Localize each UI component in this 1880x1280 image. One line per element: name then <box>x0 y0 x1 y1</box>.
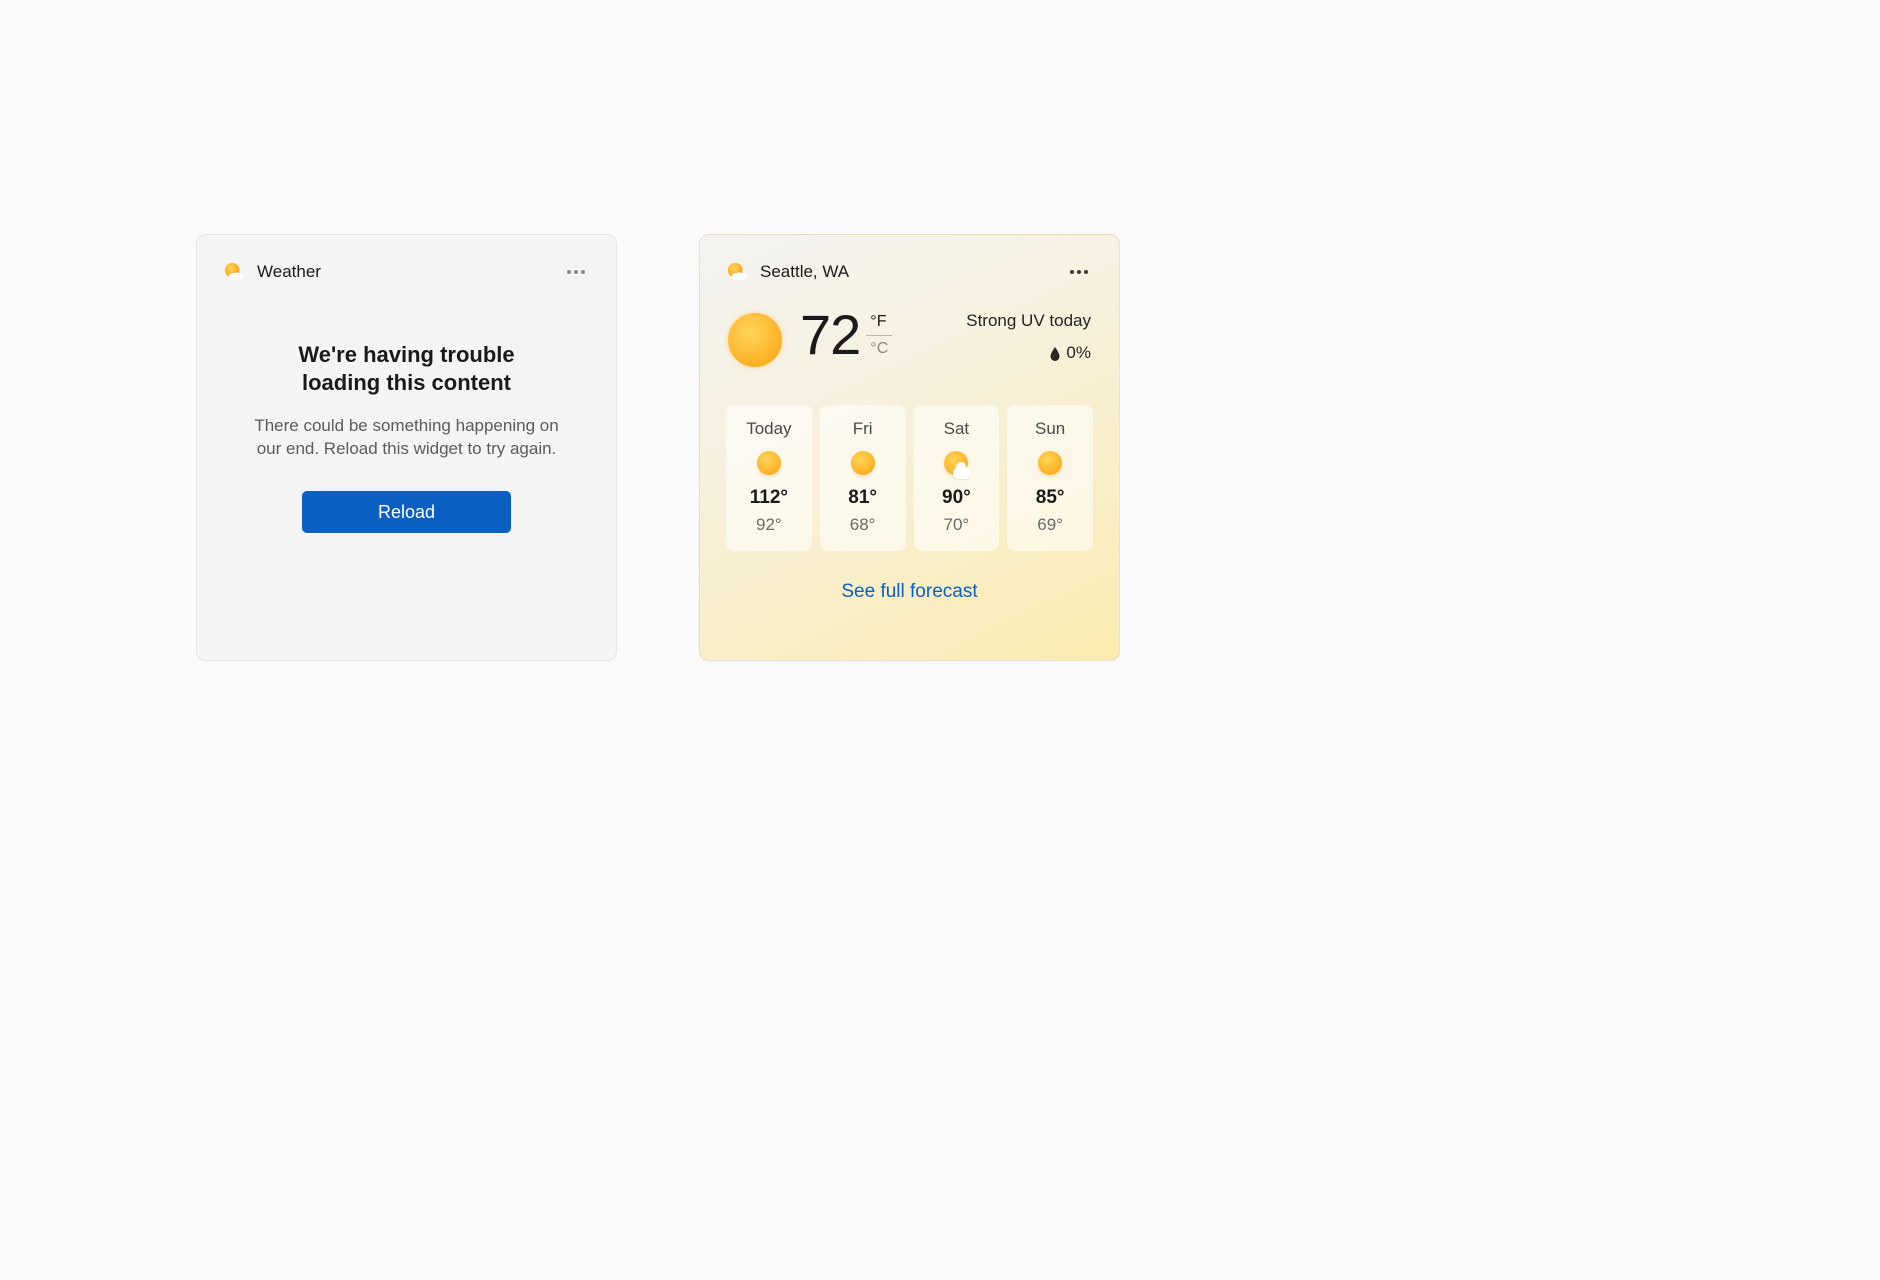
day-label: Sun <box>1011 419 1089 439</box>
reload-button[interactable]: Reload <box>302 491 511 533</box>
day-label: Today <box>730 419 808 439</box>
weather-app-icon <box>726 261 748 283</box>
forecast-day[interactable]: Fri 81° 68° <box>820 405 906 551</box>
high-temp: 81° <box>824 487 902 509</box>
unit-toggle[interactable]: °F °C <box>866 313 892 358</box>
low-temp: 69° <box>1011 515 1089 535</box>
more-icon <box>1070 270 1088 274</box>
current-conditions: 72 °F °C Strong UV today 0% <box>726 307 1093 367</box>
widget-header: Seattle, WA <box>726 257 1093 287</box>
partly-cloudy-icon <box>943 451 969 477</box>
forecast-day[interactable]: Sun 85° 69° <box>1007 405 1093 551</box>
unit-fahrenheit[interactable]: °F <box>866 313 892 336</box>
low-temp: 68° <box>824 515 902 535</box>
low-temp: 92° <box>730 515 808 535</box>
precip-value: 0% <box>1066 343 1091 363</box>
forecast-day[interactable]: Today 112° 92° <box>726 405 812 551</box>
weather-widget: Seattle, WA 72 °F °C Strong UV today <box>699 234 1120 661</box>
raindrop-icon <box>1050 346 1060 360</box>
see-full-forecast-link[interactable]: See full forecast <box>726 581 1093 603</box>
precip-row: 0% <box>966 343 1091 363</box>
error-heading: We're having trouble loading this conten… <box>257 341 557 397</box>
more-icon <box>567 270 585 274</box>
low-temp: 70° <box>918 515 996 535</box>
error-description: There could be something happening on ou… <box>247 415 567 461</box>
high-temp: 112° <box>730 487 808 509</box>
high-temp: 85° <box>1011 487 1089 509</box>
uv-text: Strong UV today <box>966 311 1091 331</box>
widget-header: Weather <box>223 257 590 287</box>
error-body: We're having trouble loading this conten… <box>223 287 590 636</box>
current-temp: 72 °F °C <box>800 307 892 363</box>
more-options-button[interactable] <box>1065 260 1093 284</box>
sun-icon <box>850 451 876 477</box>
day-label: Sat <box>918 419 996 439</box>
more-options-button[interactable] <box>562 260 590 284</box>
day-label: Fri <box>824 419 902 439</box>
sun-icon <box>756 451 782 477</box>
temperature-value: 72 <box>800 307 860 363</box>
high-temp: 90° <box>918 487 996 509</box>
weather-app-icon <box>223 261 245 283</box>
weather-error-widget: Weather We're having trouble loading thi… <box>196 234 617 661</box>
forecast-day[interactable]: Sat 90° 70° <box>914 405 1000 551</box>
weather-extras: Strong UV today 0% <box>966 307 1091 363</box>
sun-icon <box>728 313 782 367</box>
forecast-row: Today 112° 92° Fri 81° 68° Sat 90° 70° <box>726 405 1093 551</box>
widget-title: Weather <box>257 262 562 282</box>
unit-celsius[interactable]: °C <box>866 336 892 358</box>
sun-icon <box>1037 451 1063 477</box>
location-title: Seattle, WA <box>760 262 1065 282</box>
